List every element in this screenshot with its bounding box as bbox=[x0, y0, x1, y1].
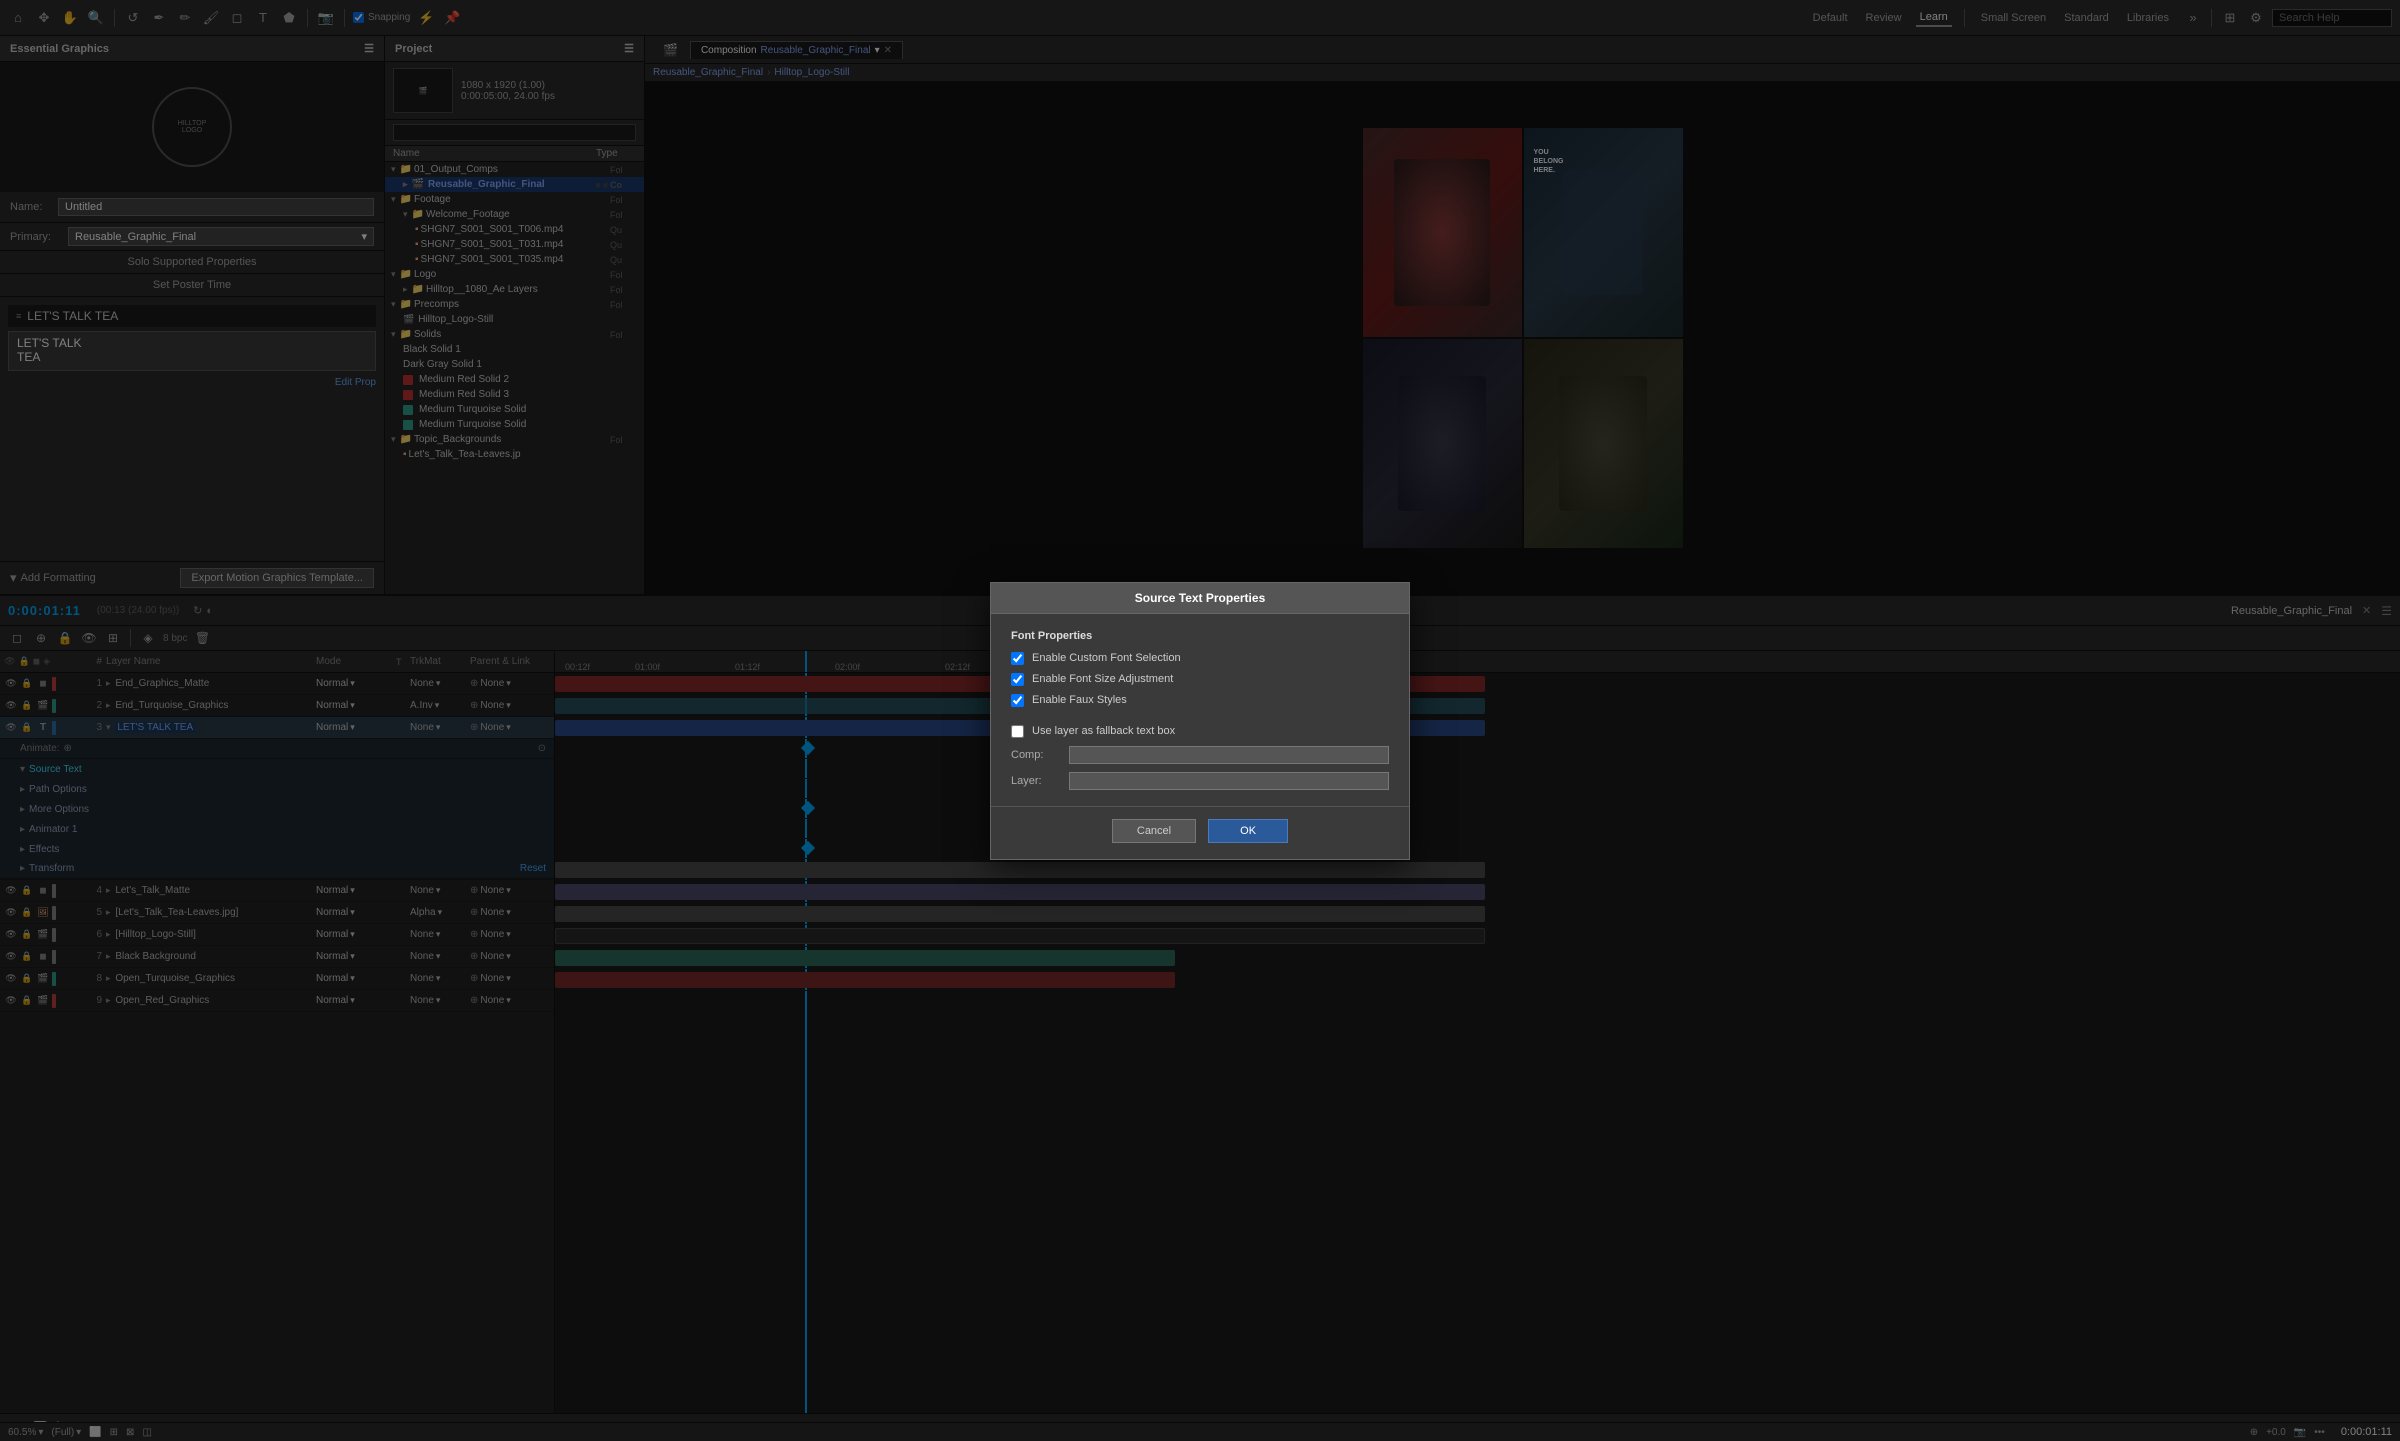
source-text-dialog: Source Text Properties Font Properties E… bbox=[990, 582, 1410, 860]
dialog-comp-row: Comp: bbox=[1011, 746, 1389, 764]
cb-faux-styles[interactable] bbox=[1011, 694, 1024, 707]
cb-custom-font-label[interactable]: Enable Custom Font Selection bbox=[1032, 652, 1181, 664]
dialog-comp-label: Comp: bbox=[1011, 749, 1061, 761]
dialog-titlebar: Source Text Properties bbox=[991, 583, 1409, 614]
dialog-checkbox-faux-styles: Enable Faux Styles bbox=[1011, 694, 1389, 707]
cb-fallback[interactable] bbox=[1011, 725, 1024, 738]
dialog-cancel-button[interactable]: Cancel bbox=[1112, 819, 1196, 843]
cb-font-size[interactable] bbox=[1011, 673, 1024, 686]
dialog-buttons: Cancel OK bbox=[991, 806, 1409, 859]
dialog-checkbox-font-size: Enable Font Size Adjustment bbox=[1011, 673, 1389, 686]
dialog-layer-row: Layer: bbox=[1011, 772, 1389, 790]
dialog-body: Font Properties Enable Custom Font Selec… bbox=[991, 614, 1409, 806]
dialog-title: Source Text Properties bbox=[1135, 591, 1266, 605]
modal-overlay: Source Text Properties Font Properties E… bbox=[0, 0, 2400, 1441]
cb-fallback-label[interactable]: Use layer as fallback text box bbox=[1032, 725, 1175, 737]
dialog-layer-input[interactable] bbox=[1069, 772, 1389, 790]
dialog-ok-button[interactable]: OK bbox=[1208, 819, 1288, 843]
dialog-layer-label: Layer: bbox=[1011, 775, 1061, 787]
dialog-checkbox-fallback: Use layer as fallback text box bbox=[1011, 725, 1389, 738]
dialog-checkbox-custom-font: Enable Custom Font Selection bbox=[1011, 652, 1389, 665]
cb-custom-font[interactable] bbox=[1011, 652, 1024, 665]
dialog-comp-input[interactable] bbox=[1069, 746, 1389, 764]
cb-faux-styles-label[interactable]: Enable Faux Styles bbox=[1032, 694, 1127, 706]
cb-font-size-label[interactable]: Enable Font Size Adjustment bbox=[1032, 673, 1173, 685]
dialog-section-title: Font Properties bbox=[1011, 630, 1389, 642]
